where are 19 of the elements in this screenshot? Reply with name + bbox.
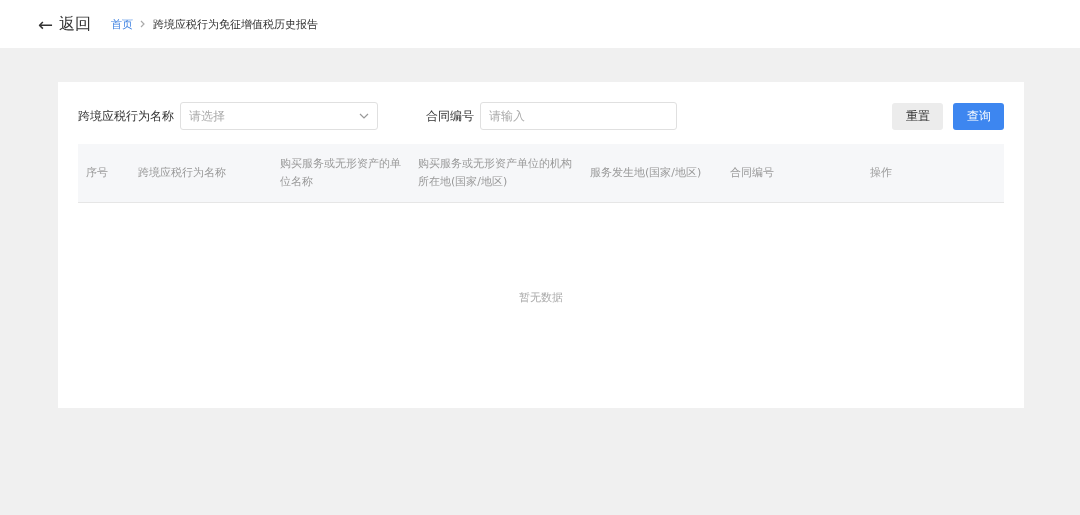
back-button[interactable]: ← 返回 (38, 13, 92, 35)
reset-button[interactable]: 重置 (892, 102, 943, 130)
breadcrumb-link[interactable]: 首页 (111, 16, 134, 32)
chevron-down-icon (359, 113, 369, 119)
column-header: 序号 (86, 166, 108, 179)
empty-message: 暂无数据 (519, 291, 563, 305)
column-header: 购买服务或无形资产单位的机构所在地(国家/地区) (418, 157, 572, 188)
column-header: 操作 (870, 166, 892, 179)
breadcrumb-current: 跨境应税行为免征增值税历史报告 (153, 16, 319, 32)
column-header: 合同编号 (730, 166, 774, 179)
column-header: 购买服务或无形资产的单位名称 (280, 157, 401, 188)
input-field[interactable]: 请输入 (480, 102, 677, 130)
chevron-icon (140, 20, 147, 28)
select-field[interactable]: 请选择 (180, 102, 378, 130)
search-button[interactable]: 查询 (953, 102, 1004, 130)
filter-label: 合同编号 (426, 108, 474, 124)
column-header: 跨境应税行为名称 (138, 166, 226, 179)
column-header: 服务发生地(国家/地区) (590, 166, 702, 179)
filter-label: 跨境应税行为名称 (78, 108, 174, 124)
